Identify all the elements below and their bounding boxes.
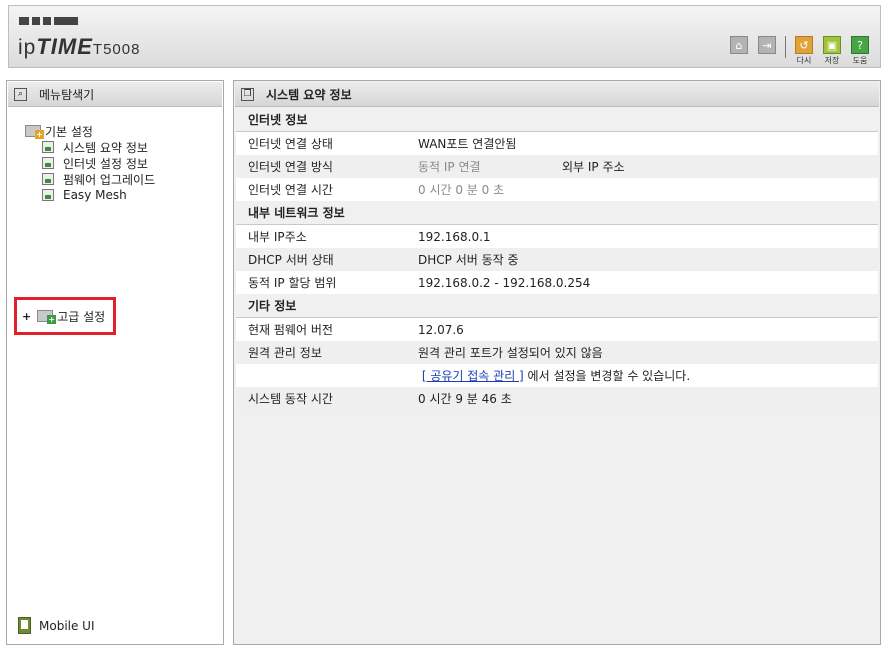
menu-item-label: 시스템 요약 정보 bbox=[63, 140, 148, 155]
table-row: 인터넷 연결 상태 WAN포트 연결안됨 bbox=[236, 132, 878, 155]
mobile-ui-link[interactable]: Mobile UI bbox=[18, 617, 95, 634]
menu-item-system-summary[interactable]: 시스템 요약 정보 bbox=[42, 139, 155, 155]
row-label: 현재 펌웨어 버전 bbox=[248, 323, 333, 337]
row-label: 원격 관리 정보 bbox=[248, 346, 322, 360]
section-title: 기타 정보 bbox=[248, 299, 297, 313]
section-internet-info: 인터넷 정보 bbox=[236, 108, 878, 132]
page-title: 시스템 요약 정보 bbox=[266, 87, 352, 102]
tree-group-label: 기본 설정 bbox=[45, 124, 93, 139]
logout-button[interactable]: ⇥ bbox=[757, 36, 777, 55]
section-other-info: 기타 정보 bbox=[236, 294, 878, 318]
row-value: 192.168.0.1 bbox=[418, 229, 491, 244]
table-row: 시스템 동작 시간 0 시간 9 분 46 초 bbox=[236, 387, 878, 410]
logo-model: T5008 bbox=[92, 41, 141, 58]
home-icon: ⌂ bbox=[730, 36, 748, 54]
folder-icon: + bbox=[25, 125, 44, 139]
row-value: DHCP 서버 동작 중 bbox=[418, 253, 519, 267]
menu-item-label: 인터넷 설정 정보 bbox=[63, 156, 148, 171]
undo-icon: ↺ bbox=[795, 36, 813, 54]
section-title: 인터넷 정보 bbox=[248, 113, 308, 127]
undo-button[interactable]: ↺ 다시 bbox=[794, 36, 814, 66]
row-label: 내부 IP주소 bbox=[248, 230, 307, 244]
menu-item-firmware-upgrade[interactable]: 펌웨어 업그레이드 bbox=[42, 171, 155, 187]
menu-explorer-title: 메뉴탐색기 bbox=[39, 87, 95, 102]
chart-icon bbox=[42, 141, 54, 153]
row-label: 동적 IP 할당 범위 bbox=[248, 276, 337, 290]
router-access-management-link[interactable]: [ 공유기 접속 관리 ] bbox=[422, 369, 524, 383]
table-row: 인터넷 연결 시간 0 시간 0 분 0 초 bbox=[236, 178, 878, 201]
mobile-ui-label: Mobile UI bbox=[39, 618, 95, 633]
row-value: 0 시간 0 분 0 초 bbox=[418, 183, 505, 197]
logo-prefix: ip bbox=[18, 36, 37, 59]
magnifier-icon: ⌕ bbox=[14, 87, 27, 101]
header-bar: ipTIMET5008 ⌂ ⇥ ↺ 다시 ▣ 저장 ? 도움 bbox=[8, 5, 881, 68]
row-value: 0 시간 9 분 46 초 bbox=[418, 392, 512, 406]
upgrade-icon bbox=[42, 173, 54, 185]
system-summary-panel: ❐ 시스템 요약 정보 인터넷 정보 인터넷 연결 상태 WAN포트 연결안됨 … bbox=[233, 80, 881, 645]
undo-label: 다시 bbox=[796, 56, 812, 65]
row-value: 12.07.6 bbox=[418, 322, 464, 337]
row-label: 인터넷 연결 상태 bbox=[248, 137, 333, 151]
note-text: 에서 설정을 변경할 수 있습니다. bbox=[523, 369, 691, 383]
row-value: 동적 IP 연결 bbox=[418, 160, 481, 174]
row-value: WAN포트 연결안됨 bbox=[418, 137, 517, 151]
menu-tree: + 기본 설정 시스템 요약 정보 인터넷 설정 정보 펌웨어 업그레이드 Ea… bbox=[25, 123, 155, 203]
system-summary-header: ❐ 시스템 요약 정보 bbox=[235, 82, 879, 107]
logout-icon: ⇥ bbox=[758, 36, 776, 54]
mesh-icon bbox=[42, 189, 54, 201]
menu-item-label: 펌웨어 업그레이드 bbox=[63, 172, 156, 187]
table-row: 동적 IP 할당 범위 192.168.0.2 - 192.168.0.254 bbox=[236, 271, 878, 294]
table-row: [ 공유기 접속 관리 ] 에서 설정을 변경할 수 있습니다. bbox=[236, 364, 878, 387]
remote-management-note: [ 공유기 접속 관리 ] 에서 설정을 변경할 수 있습니다. bbox=[418, 367, 690, 384]
help-label: 도움 bbox=[852, 56, 868, 65]
expand-toggle[interactable]: + bbox=[22, 310, 31, 323]
menu-item-internet-settings-info[interactable]: 인터넷 설정 정보 bbox=[42, 155, 155, 171]
tree-group-basic-settings[interactable]: + 기본 설정 bbox=[25, 123, 155, 139]
help-icon: ? bbox=[851, 36, 869, 54]
monitor-icon bbox=[42, 157, 54, 169]
section-internal-network-info: 내부 네트워크 정보 bbox=[236, 201, 878, 225]
table-row: 현재 펌웨어 버전 12.07.6 bbox=[236, 318, 878, 341]
save-icon: ▣ bbox=[823, 36, 841, 54]
table-row: DHCP 서버 상태 DHCP 서버 동작 중 bbox=[236, 248, 878, 271]
menu-item-easy-mesh[interactable]: Easy Mesh bbox=[42, 187, 155, 203]
external-ip-label: 외부 IP 주소 bbox=[562, 160, 625, 174]
menu-item-label: Easy Mesh bbox=[63, 188, 127, 202]
save-button[interactable]: ▣ 저장 bbox=[822, 36, 842, 66]
toolbar-divider bbox=[785, 36, 786, 58]
row-label: 인터넷 연결 방식 bbox=[248, 160, 333, 174]
info-table: 인터넷 정보 인터넷 연결 상태 WAN포트 연결안됨 인터넷 연결 방식 동적… bbox=[236, 108, 878, 410]
window-icon: ❐ bbox=[241, 87, 254, 101]
iptime-logo: ipTIMET5008 bbox=[18, 34, 140, 60]
section-title: 내부 네트워크 정보 bbox=[248, 206, 345, 220]
save-label: 저장 bbox=[824, 56, 840, 65]
menu-explorer-header: ⌕ 메뉴탐색기 bbox=[8, 82, 222, 107]
table-row: 내부 IP주소 192.168.0.1 bbox=[236, 225, 878, 248]
row-value: 192.168.0.2 - 192.168.0.254 bbox=[418, 275, 591, 290]
table-row: 원격 관리 정보 원격 관리 포트가 설정되어 있지 않음 bbox=[236, 341, 878, 364]
logo-brand: TIME bbox=[36, 34, 93, 59]
row-label: 인터넷 연결 시간 bbox=[248, 183, 333, 197]
row-value: 원격 관리 포트가 설정되어 있지 않음 bbox=[418, 346, 603, 360]
home-button[interactable]: ⌂ bbox=[729, 36, 749, 55]
toolbar: ⌂ ⇥ ↺ 다시 ▣ 저장 ? 도움 bbox=[721, 36, 870, 66]
mobile-phone-icon bbox=[18, 617, 31, 634]
row-label: 시스템 동작 시간 bbox=[248, 392, 333, 406]
tree-group-advanced-settings[interactable]: + + 고급 설정 bbox=[14, 297, 116, 335]
table-row: 인터넷 연결 방식 동적 IP 연결 외부 IP 주소 bbox=[236, 155, 878, 178]
tree-group-label: 고급 설정 bbox=[57, 309, 106, 324]
folder-icon: + bbox=[37, 310, 57, 324]
row-label: DHCP 서버 상태 bbox=[248, 253, 334, 267]
help-button[interactable]: ? 도움 bbox=[850, 36, 870, 66]
menu-explorer-panel: ⌕ 메뉴탐색기 + 기본 설정 시스템 요약 정보 인터넷 설정 정보 펌웨어 … bbox=[6, 80, 224, 645]
logo-dots bbox=[19, 17, 78, 25]
